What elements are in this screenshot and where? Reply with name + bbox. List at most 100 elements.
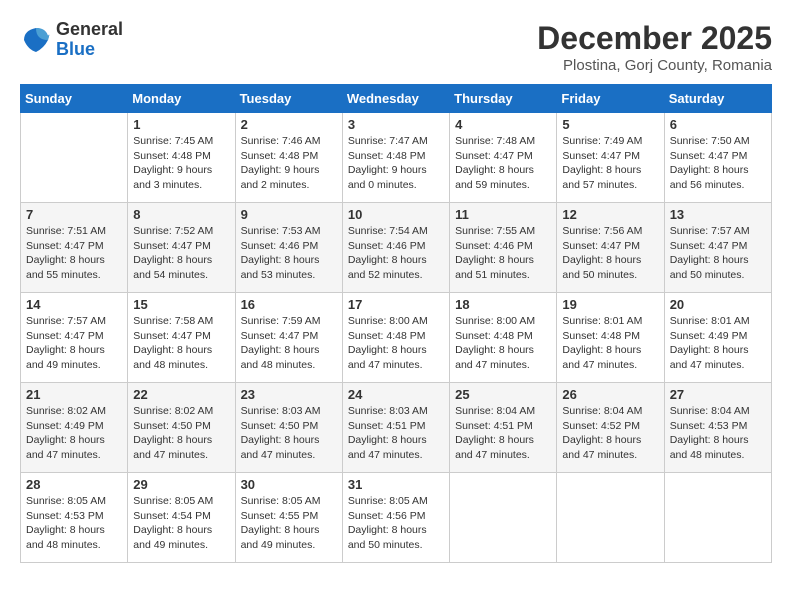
daylight-text: Daylight: 8 hours and 47 minutes.	[455, 344, 534, 371]
sunset-text: Sunset: 4:51 PM	[455, 420, 533, 432]
day-info: Sunrise: 7:46 AM Sunset: 4:48 PM Dayligh…	[241, 134, 337, 193]
daylight-text: Daylight: 8 hours and 47 minutes.	[562, 344, 641, 371]
daylight-text: Daylight: 8 hours and 47 minutes.	[348, 344, 427, 371]
calendar-day-cell: 25 Sunrise: 8:04 AM Sunset: 4:51 PM Dayl…	[450, 383, 557, 473]
sunset-text: Sunset: 4:55 PM	[241, 510, 319, 522]
sunrise-text: Sunrise: 7:46 AM	[241, 135, 321, 147]
sunset-text: Sunset: 4:48 PM	[241, 150, 319, 162]
daylight-text: Daylight: 8 hours and 50 minutes.	[348, 524, 427, 551]
daylight-text: Daylight: 8 hours and 50 minutes.	[670, 254, 749, 281]
day-info: Sunrise: 8:03 AM Sunset: 4:51 PM Dayligh…	[348, 404, 444, 463]
day-number: 30	[241, 477, 337, 492]
calendar-day-cell	[450, 473, 557, 563]
sunrise-text: Sunrise: 8:00 AM	[348, 315, 428, 327]
sunset-text: Sunset: 4:51 PM	[348, 420, 426, 432]
day-number: 16	[241, 297, 337, 312]
weekday-header: Wednesday	[342, 85, 449, 113]
sunrise-text: Sunrise: 8:01 AM	[670, 315, 750, 327]
sunrise-text: Sunrise: 8:00 AM	[455, 315, 535, 327]
sunrise-text: Sunrise: 8:04 AM	[455, 405, 535, 417]
calendar-day-cell: 22 Sunrise: 8:02 AM Sunset: 4:50 PM Dayl…	[128, 383, 235, 473]
calendar-day-cell	[21, 113, 128, 203]
calendar-day-cell	[664, 473, 771, 563]
month-year-title: December 2025	[537, 20, 772, 57]
sunset-text: Sunset: 4:47 PM	[133, 240, 211, 252]
sunrise-text: Sunrise: 7:56 AM	[562, 225, 642, 237]
sunset-text: Sunset: 4:48 PM	[133, 150, 211, 162]
sunset-text: Sunset: 4:49 PM	[670, 330, 748, 342]
daylight-text: Daylight: 9 hours and 2 minutes.	[241, 164, 320, 191]
day-info: Sunrise: 8:01 AM Sunset: 4:48 PM Dayligh…	[562, 314, 658, 373]
day-number: 27	[670, 387, 766, 402]
sunrise-text: Sunrise: 7:55 AM	[455, 225, 535, 237]
day-info: Sunrise: 8:00 AM Sunset: 4:48 PM Dayligh…	[455, 314, 551, 373]
day-info: Sunrise: 8:04 AM Sunset: 4:53 PM Dayligh…	[670, 404, 766, 463]
calendar-day-cell: 4 Sunrise: 7:48 AM Sunset: 4:47 PM Dayli…	[450, 113, 557, 203]
calendar-day-cell: 2 Sunrise: 7:46 AM Sunset: 4:48 PM Dayli…	[235, 113, 342, 203]
sunset-text: Sunset: 4:46 PM	[241, 240, 319, 252]
sunrise-text: Sunrise: 7:48 AM	[455, 135, 535, 147]
day-number: 1	[133, 117, 229, 132]
day-number: 24	[348, 387, 444, 402]
calendar-day-cell: 19 Sunrise: 8:01 AM Sunset: 4:48 PM Dayl…	[557, 293, 664, 383]
sunset-text: Sunset: 4:47 PM	[133, 330, 211, 342]
calendar-week-row: 21 Sunrise: 8:02 AM Sunset: 4:49 PM Dayl…	[21, 383, 772, 473]
day-info: Sunrise: 7:48 AM Sunset: 4:47 PM Dayligh…	[455, 134, 551, 193]
calendar-week-row: 1 Sunrise: 7:45 AM Sunset: 4:48 PM Dayli…	[21, 113, 772, 203]
sunrise-text: Sunrise: 8:01 AM	[562, 315, 642, 327]
daylight-text: Daylight: 8 hours and 59 minutes.	[455, 164, 534, 191]
sunrise-text: Sunrise: 8:04 AM	[670, 405, 750, 417]
day-number: 12	[562, 207, 658, 222]
sunrise-text: Sunrise: 7:52 AM	[133, 225, 213, 237]
calendar-day-cell: 24 Sunrise: 8:03 AM Sunset: 4:51 PM Dayl…	[342, 383, 449, 473]
day-number: 7	[26, 207, 122, 222]
daylight-text: Daylight: 8 hours and 47 minutes.	[670, 344, 749, 371]
calendar-week-row: 7 Sunrise: 7:51 AM Sunset: 4:47 PM Dayli…	[21, 203, 772, 293]
logo-icon	[20, 24, 52, 56]
day-info: Sunrise: 7:59 AM Sunset: 4:47 PM Dayligh…	[241, 314, 337, 373]
daylight-text: Daylight: 9 hours and 3 minutes.	[133, 164, 212, 191]
calendar-day-cell: 28 Sunrise: 8:05 AM Sunset: 4:53 PM Dayl…	[21, 473, 128, 563]
day-number: 26	[562, 387, 658, 402]
day-info: Sunrise: 7:56 AM Sunset: 4:47 PM Dayligh…	[562, 224, 658, 283]
sunrise-text: Sunrise: 7:47 AM	[348, 135, 428, 147]
calendar-week-row: 14 Sunrise: 7:57 AM Sunset: 4:47 PM Dayl…	[21, 293, 772, 383]
day-number: 11	[455, 207, 551, 222]
day-number: 18	[455, 297, 551, 312]
sunrise-text: Sunrise: 7:58 AM	[133, 315, 213, 327]
sunset-text: Sunset: 4:47 PM	[26, 330, 104, 342]
sunrise-text: Sunrise: 7:59 AM	[241, 315, 321, 327]
sunset-text: Sunset: 4:52 PM	[562, 420, 640, 432]
page-header: General Blue December 2025 Plostina, Gor…	[20, 20, 772, 74]
day-number: 6	[670, 117, 766, 132]
day-number: 20	[670, 297, 766, 312]
calendar-day-cell: 16 Sunrise: 7:59 AM Sunset: 4:47 PM Dayl…	[235, 293, 342, 383]
sunrise-text: Sunrise: 8:05 AM	[241, 495, 321, 507]
sunrise-text: Sunrise: 8:05 AM	[133, 495, 213, 507]
day-info: Sunrise: 7:52 AM Sunset: 4:47 PM Dayligh…	[133, 224, 229, 283]
logo-general: General	[56, 20, 123, 40]
day-info: Sunrise: 8:05 AM Sunset: 4:53 PM Dayligh…	[26, 494, 122, 553]
day-number: 28	[26, 477, 122, 492]
daylight-text: Daylight: 9 hours and 0 minutes.	[348, 164, 427, 191]
calendar-day-cell: 1 Sunrise: 7:45 AM Sunset: 4:48 PM Dayli…	[128, 113, 235, 203]
day-info: Sunrise: 7:54 AM Sunset: 4:46 PM Dayligh…	[348, 224, 444, 283]
sunset-text: Sunset: 4:54 PM	[133, 510, 211, 522]
day-number: 31	[348, 477, 444, 492]
daylight-text: Daylight: 8 hours and 48 minutes.	[670, 434, 749, 461]
calendar-day-cell: 18 Sunrise: 8:00 AM Sunset: 4:48 PM Dayl…	[450, 293, 557, 383]
sunset-text: Sunset: 4:47 PM	[241, 330, 319, 342]
calendar-day-cell: 14 Sunrise: 7:57 AM Sunset: 4:47 PM Dayl…	[21, 293, 128, 383]
logo-blue: Blue	[56, 40, 123, 60]
calendar-week-row: 28 Sunrise: 8:05 AM Sunset: 4:53 PM Dayl…	[21, 473, 772, 563]
sunset-text: Sunset: 4:47 PM	[670, 150, 748, 162]
daylight-text: Daylight: 8 hours and 52 minutes.	[348, 254, 427, 281]
sunset-text: Sunset: 4:50 PM	[133, 420, 211, 432]
day-number: 29	[133, 477, 229, 492]
weekday-header: Monday	[128, 85, 235, 113]
day-number: 21	[26, 387, 122, 402]
daylight-text: Daylight: 8 hours and 55 minutes.	[26, 254, 105, 281]
sunrise-text: Sunrise: 8:02 AM	[26, 405, 106, 417]
day-info: Sunrise: 8:02 AM Sunset: 4:50 PM Dayligh…	[133, 404, 229, 463]
day-number: 8	[133, 207, 229, 222]
